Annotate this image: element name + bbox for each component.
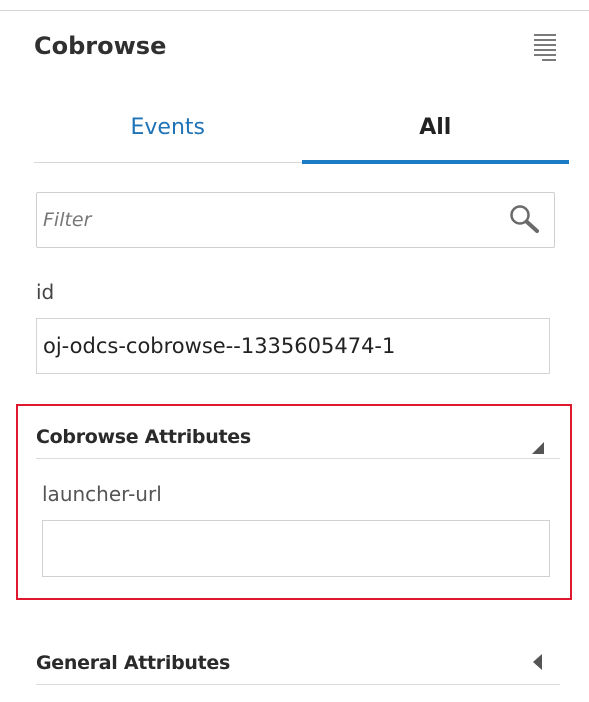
general-attributes-header[interactable]: General Attributes <box>36 644 560 685</box>
cobrowse-attributes-header[interactable]: Cobrowse Attributes <box>36 418 560 459</box>
launcher-url-label: launcher-url <box>42 482 162 506</box>
cobrowse-attributes-title: Cobrowse Attributes <box>36 426 251 448</box>
filter-box <box>36 192 555 248</box>
launcher-url-field <box>42 520 550 577</box>
filter-input[interactable] <box>37 193 503 247</box>
tab-events[interactable]: Events <box>34 100 302 162</box>
general-attributes-title: General Attributes <box>36 652 230 674</box>
id-input[interactable] <box>37 319 549 373</box>
launcher-url-input[interactable] <box>43 521 549 576</box>
panel-title: Cobrowse <box>34 32 167 60</box>
top-divider <box>0 10 589 11</box>
search-icon[interactable] <box>508 203 540 235</box>
tab-bar: Events All <box>34 100 570 164</box>
tab-all[interactable]: All <box>301 100 570 164</box>
id-label: id <box>36 280 55 304</box>
collapsed-triangle-icon <box>533 654 542 670</box>
id-field <box>36 318 550 374</box>
hamburger-menu-icon[interactable] <box>534 34 556 61</box>
expanded-triangle-icon <box>532 442 544 454</box>
panel-header: Cobrowse <box>34 28 556 68</box>
